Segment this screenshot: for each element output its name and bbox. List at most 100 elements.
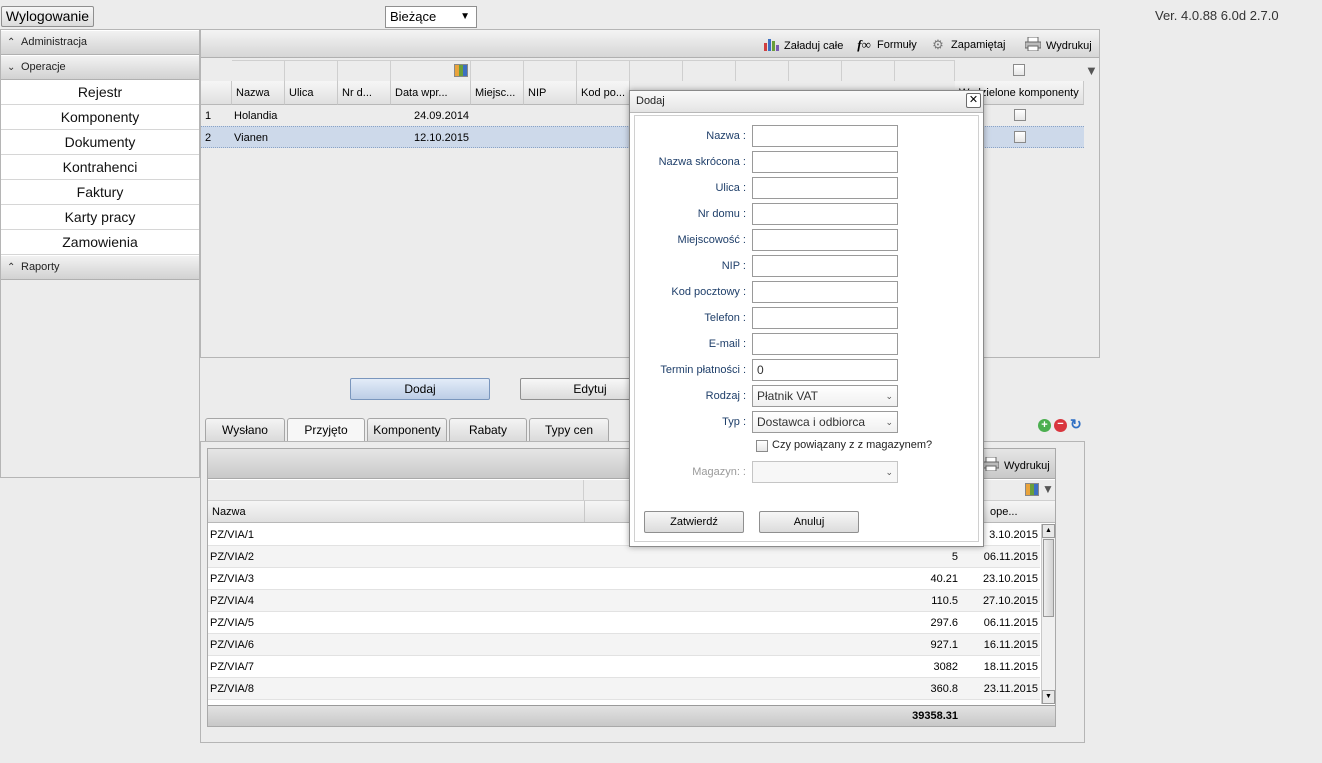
column-header-kod[interactable]: Kod po... [577,81,630,105]
table-row[interactable]: PZ/VIA/7 3082 18.11.2015 [208,656,1040,678]
email-input[interactable] [752,333,898,355]
print-label: Wydrukuj [1046,39,1092,52]
scroll-thumb[interactable] [1043,539,1054,617]
column-header-nip[interactable]: NIP [524,81,577,105]
short-name-input[interactable] [752,151,898,173]
house-number-input[interactable] [752,203,898,225]
column-header-nazwa[interactable]: Nazwa [212,501,246,523]
filter-cell[interactable] [630,60,683,81]
filter-icon[interactable]: ▼ [1085,63,1098,78]
phone-input[interactable] [752,307,898,329]
row-name: Holandia [234,110,278,122]
table-row[interactable]: PZ/VIA/6 927.1 16.11.2015 [208,634,1040,656]
city-input[interactable] [752,229,898,251]
filter-cell[interactable] [285,60,338,81]
nip-input[interactable] [752,255,898,277]
tab-przyjeto[interactable]: Przyjęto [287,418,365,443]
field-label: Magazyn: : [692,466,746,478]
filter-cell[interactable] [232,60,285,81]
warehouse-select[interactable]: ⌄ [752,461,898,483]
sidebar-item-kontrahenci[interactable]: Kontrahenci [1,155,199,180]
filter-cell[interactable] [338,60,391,81]
column-header-nazwa[interactable]: Nazwa [232,81,285,105]
scroll-down-arrow-icon[interactable]: ▼ [1042,690,1055,704]
close-icon[interactable]: ✕ [966,93,981,108]
column-header-date[interactable]: ope... [990,501,1018,523]
confirm-button[interactable]: Zatwierdź [644,511,744,533]
chevron-down-icon: ▼ [460,11,470,22]
period-select[interactable]: Bieżące ▼ [385,6,477,28]
print-button[interactable]: Wydrukuj [982,456,1050,474]
grid-toolbar: Załaduj całe f∞ Formuły ⚙ Zapamiętaj Wydru… [201,30,1099,58]
section-administracja[interactable]: ⌃ Administracja [1,30,199,55]
sidebar-item-karty-pracy[interactable]: Karty pracy [1,205,199,230]
kind-select[interactable]: Płatnik VAT ⌄ [752,385,898,407]
section-raporty[interactable]: ⌃ Raporty [1,255,199,280]
filter-cell[interactable] [524,60,577,81]
street-input[interactable] [752,177,898,199]
sidebar: ⌃ Administracja ⌄ Operacje Rejestr Kompone… [0,29,200,478]
filter-cell[interactable] [208,480,584,500]
column-header-nr-domu[interactable]: Nr d... [338,81,391,105]
row-value: 297.6 [930,617,958,629]
filter-cell[interactable] [471,60,524,81]
row-value: 360.8 [930,683,958,695]
filter-cell[interactable] [736,60,789,81]
refresh-icon[interactable]: ↻ [1070,416,1082,433]
row-date: 23.10.2015 [982,573,1038,585]
filter-cell[interactable] [577,60,630,81]
tab-typy-cen[interactable]: Typy cen [529,418,609,442]
filter-icon[interactable]: ▼ [1042,482,1054,496]
table-row[interactable]: PZ/VIA/8 360.8 23.11.2015 [208,678,1040,700]
print-button[interactable]: Wydrukuj [1024,36,1092,54]
column-chooser-icon[interactable] [1025,483,1039,496]
add-row-icon[interactable]: + [1038,419,1051,432]
linked-warehouse-checkbox[interactable] [756,440,768,452]
sidebar-item-komponenty[interactable]: Komponenty [1,105,199,130]
sidebar-item-zamowienia[interactable]: Zamowienia [1,230,199,255]
table-row[interactable]: PZ/VIA/2 5 06.11.2015 [208,546,1040,568]
column-chooser-icon[interactable] [454,64,468,77]
tab-wyslano[interactable]: Wysłano [205,418,285,442]
sidebar-item-dokumenty[interactable]: Dokumenty [1,130,199,155]
filter-cell[interactable] [842,60,895,81]
remove-row-icon[interactable]: − [1054,419,1067,432]
postal-code-input[interactable] [752,281,898,303]
vertical-scrollbar[interactable]: ▲ ▼ [1041,524,1055,704]
table-row[interactable]: PZ/VIA/4 110.5 27.10.2015 [208,590,1040,612]
filter-cell[interactable] [895,60,955,81]
filter-cell[interactable] [683,60,736,81]
formulas-button[interactable]: f∞ Formuły [856,37,917,53]
table-row[interactable]: PZ/VIA/5 297.6 06.11.2015 [208,612,1040,634]
section-operacje[interactable]: ⌄ Operacje [1,55,199,80]
remember-button[interactable]: ⚙ Zapamiętaj [930,37,1005,53]
section-label: Raporty [21,261,60,273]
filter-cell[interactable] [789,60,842,81]
type-select-value: Dostawca i odbiorca [757,415,866,429]
printer-icon [982,456,1000,474]
sidebar-item-faktury[interactable]: Faktury [1,180,199,205]
select-all-checkbox[interactable] [1013,64,1025,76]
column-header-ulica[interactable]: Ulica [285,81,338,105]
table-row[interactable]: PZ/VIA/3 40.21 23.10.2015 [208,568,1040,590]
cancel-button[interactable]: Anuluj [759,511,859,533]
type-select[interactable]: Dostawca i odbiorca ⌄ [752,411,898,433]
scroll-up-arrow-icon[interactable]: ▲ [1042,524,1055,538]
row-date: 12.10.2015 [414,132,470,144]
payment-term-input[interactable]: 0 [752,359,898,381]
tab-komponenty[interactable]: Komponenty [367,418,447,442]
column-header-data[interactable]: Data wpr... [391,81,471,105]
field-label: Nazwa skrócona : [658,156,746,168]
filter-cell[interactable] [391,60,471,81]
tab-rabaty[interactable]: Rabaty [449,418,527,442]
sidebar-item-rejestr[interactable]: Rejestr [1,80,199,105]
row-checkbox[interactable] [1014,131,1026,143]
logout-button[interactable]: Wylogowanie [1,6,94,27]
column-header-miejscowosc[interactable]: Miejsc... [471,81,524,105]
add-button[interactable]: Dodaj [350,378,490,400]
formulas-label: Formuły [877,39,917,51]
row-checkbox[interactable] [1014,109,1026,121]
load-all-button[interactable]: Załaduj całe [763,37,843,54]
name-input[interactable] [752,125,898,147]
row-name: PZ/VIA/3 [210,573,255,585]
